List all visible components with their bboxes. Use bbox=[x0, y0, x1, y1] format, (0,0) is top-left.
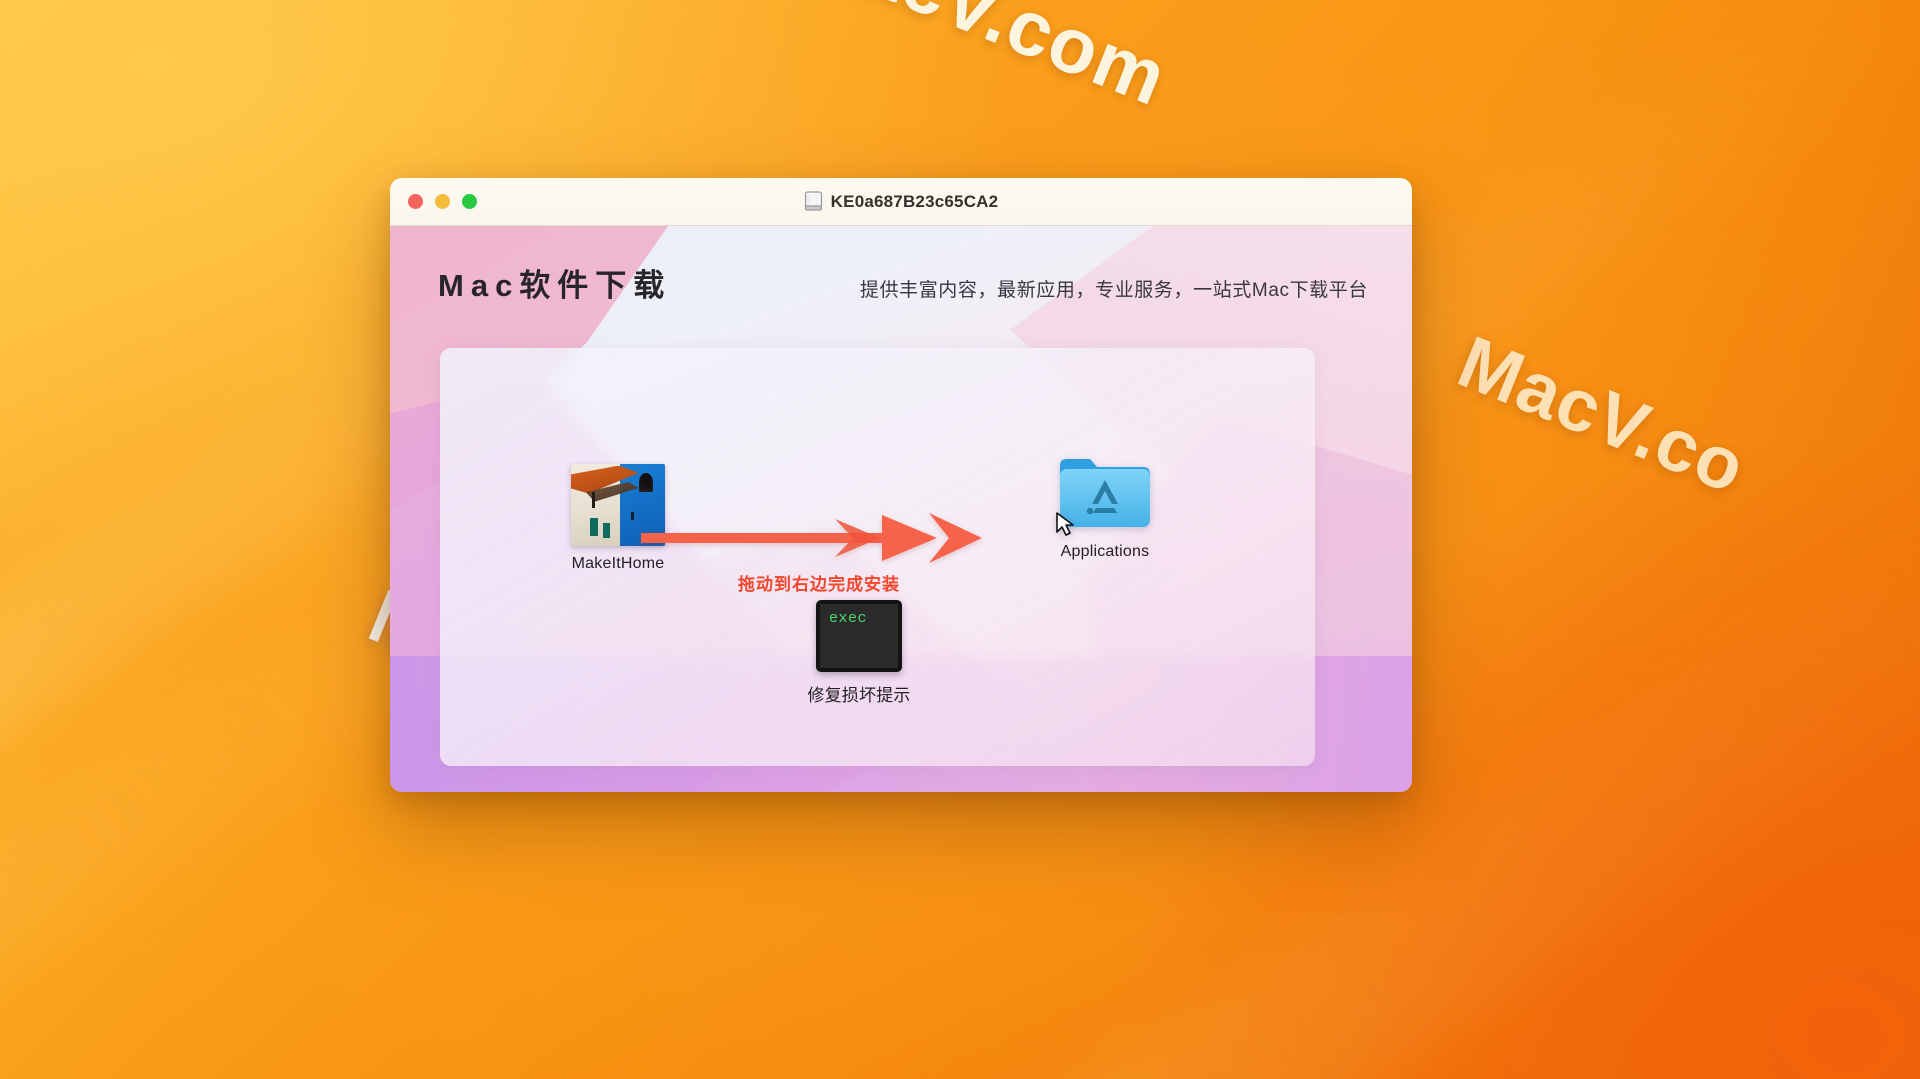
alias-arrow-icon bbox=[1056, 512, 1074, 536]
header-row: Mac软件下载 提供丰富内容，最新应用，专业服务，一站式Mac下载平台 bbox=[390, 226, 1412, 305]
applications-folder-label: Applications bbox=[1060, 543, 1150, 560]
traffic-light-group bbox=[390, 194, 477, 209]
disk-drive-icon bbox=[804, 190, 822, 211]
terminal-text: exec bbox=[829, 610, 868, 627]
window-body: Mac软件下载 提供丰富内容，最新应用，专业服务，一站式Mac下载平台 拖动到右… bbox=[390, 226, 1412, 792]
window-title-group: KE0a687B23c65CA2 bbox=[390, 178, 1412, 225]
window-title: KE0a687B23c65CA2 bbox=[830, 191, 999, 211]
close-button[interactable] bbox=[408, 194, 423, 209]
dmg-installer-window: KE0a687B23c65CA2 Mac软件下载 提供丰富内容，最新应用，专业服… bbox=[390, 178, 1412, 792]
drag-instruction-text: 拖动到右边完成安装 bbox=[738, 575, 900, 594]
drag-arrow-icon bbox=[639, 511, 984, 565]
repair-script-item[interactable]: exec 修复损坏提示 bbox=[774, 600, 944, 706]
zoom-button[interactable] bbox=[462, 194, 477, 209]
terminal-icon: exec bbox=[816, 600, 902, 672]
applications-folder-item[interactable]: Applications bbox=[1020, 452, 1190, 561]
repair-script-label: 修复损坏提示 bbox=[807, 686, 911, 705]
minimize-button[interactable] bbox=[435, 194, 450, 209]
install-drop-panel: 拖动到右边完成安装 MakeItHome Applications exec 修… bbox=[440, 348, 1315, 766]
page-title: Mac软件下载 bbox=[438, 268, 672, 303]
window-titlebar[interactable]: KE0a687B23c65CA2 bbox=[390, 178, 1412, 226]
tagline-text: 提供丰富内容，最新应用，专业服务，一站式Mac下载平台 bbox=[859, 280, 1368, 301]
applications-folder-icon bbox=[1056, 452, 1154, 536]
